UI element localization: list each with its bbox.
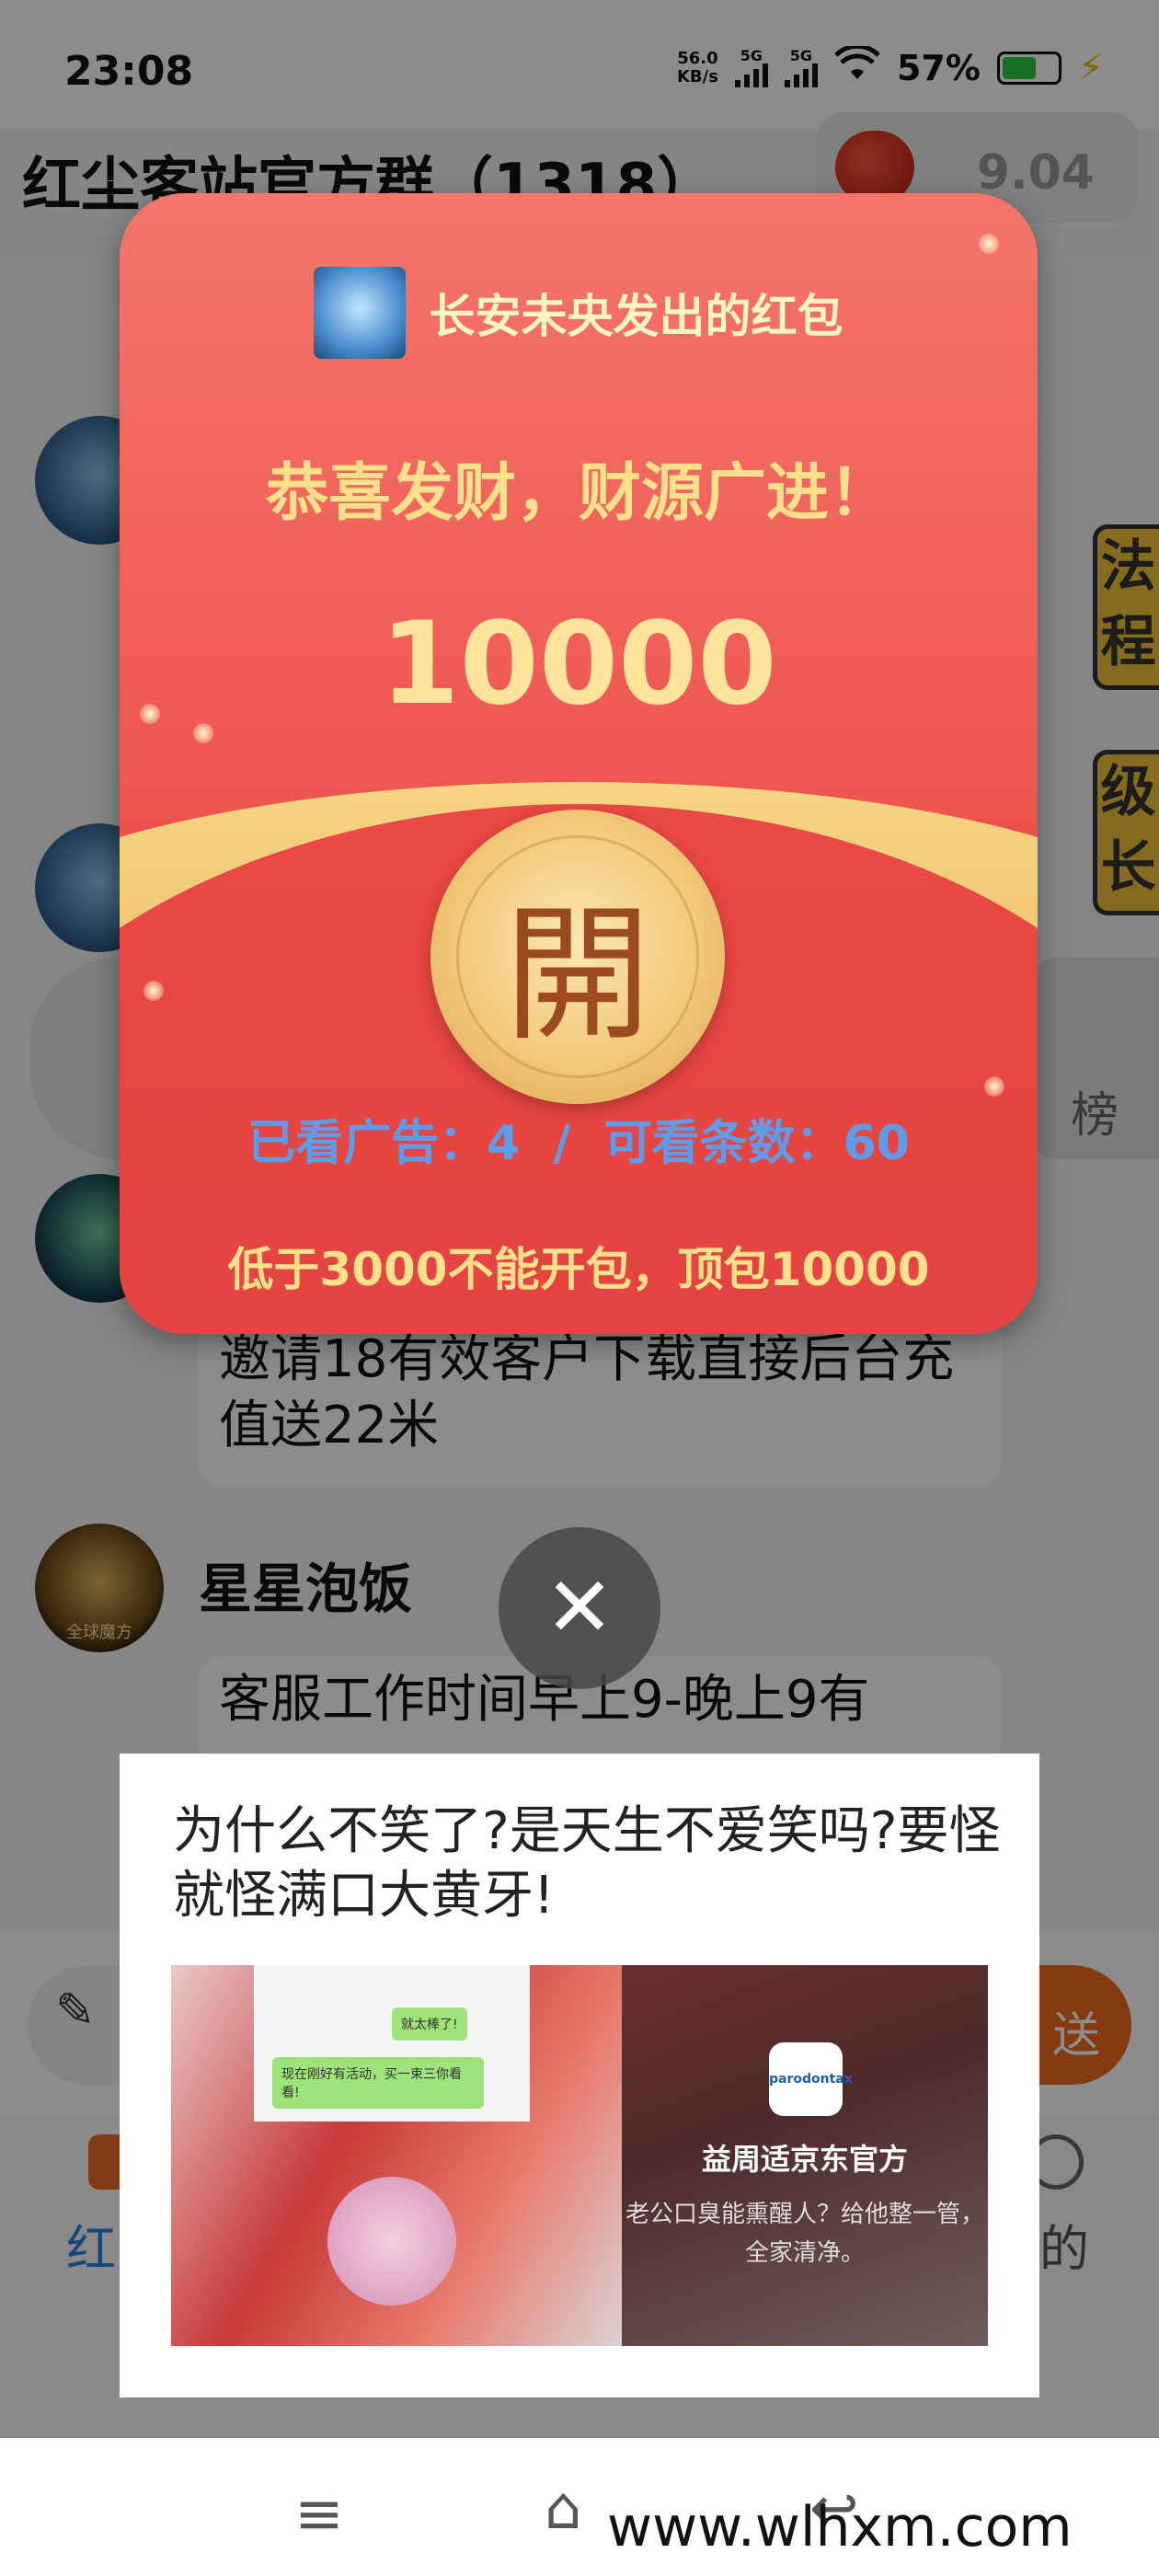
ad-chat-message: 就太棒了! <box>392 2007 467 2041</box>
ad-chat-screenshot: 就太棒了! 现在刚好有活动，买一束三你看看! <box>254 1965 530 2122</box>
brand-slogan: 老公口臭能熏醒人？给他整一管，全家清净。 <box>625 2201 984 2267</box>
menu-icon[interactable]: ≡ <box>294 2480 344 2548</box>
packet-amount: 10000 <box>380 598 777 730</box>
toothbrush-image <box>327 2177 456 2306</box>
ad-image[interactable]: 就太棒了! 现在刚好有活动，买一束三你看看! parodontax 益周适京东官… <box>171 1965 988 2346</box>
packet-rule-text: 低于3000不能开包，顶包10000 <box>227 1243 930 1296</box>
close-button[interactable]: ✕ <box>499 1527 660 1689</box>
ad-image-right: parodontax 益周适京东官方 老公口臭能熏醒人？给他整一管，全家清净。 <box>622 1965 988 2346</box>
ad-title[interactable]: 为什么不笑了?是天生不爱笑吗?要怪就怪满口大黄牙! <box>173 1800 1001 1928</box>
ad-image-left: 就太棒了! 现在刚好有活动，买一束三你看看! <box>171 1965 622 2346</box>
brand-name: 益周适京东官方 <box>701 2142 908 2177</box>
open-char: 開 <box>503 889 651 1061</box>
ad-card[interactable]: 为什么不笑了?是天生不爱笑吗?要怪就怪满口大黄牙! 就太棒了! 现在刚好有活动，… <box>120 1754 1039 2398</box>
open-packet-button[interactable]: 開 <box>430 810 725 1104</box>
red-packet-modal: 长安未央发出的红包 恭喜发财，财源广进！ 10000 開 已看广告：4 / 可看… <box>120 193 1038 1334</box>
ad-chat-message: 现在刚好有活动，买一束三你看看! <box>272 2057 484 2109</box>
brand-logo: parodontax <box>769 2042 853 2116</box>
ad-view-status: 已看广告：4 / 可看条数：60 <box>247 1116 910 1171</box>
sparkle-icon <box>143 981 164 1001</box>
sparkle-icon <box>984 1076 1004 1097</box>
sparkle-icon <box>979 234 999 254</box>
sender-avatar <box>314 267 407 359</box>
packet-sender-row: 长安未央发出的红包 <box>120 267 1038 359</box>
home-icon[interactable]: ⌂ <box>545 2475 582 2543</box>
watermark: www.wlhxm.com <box>607 2495 1073 2559</box>
packet-sender-text: 长安未央发出的红包 <box>429 290 843 343</box>
close-icon: ✕ <box>545 1559 614 1656</box>
packet-blessing: 恭喜发财，财源广进！ <box>265 457 891 530</box>
